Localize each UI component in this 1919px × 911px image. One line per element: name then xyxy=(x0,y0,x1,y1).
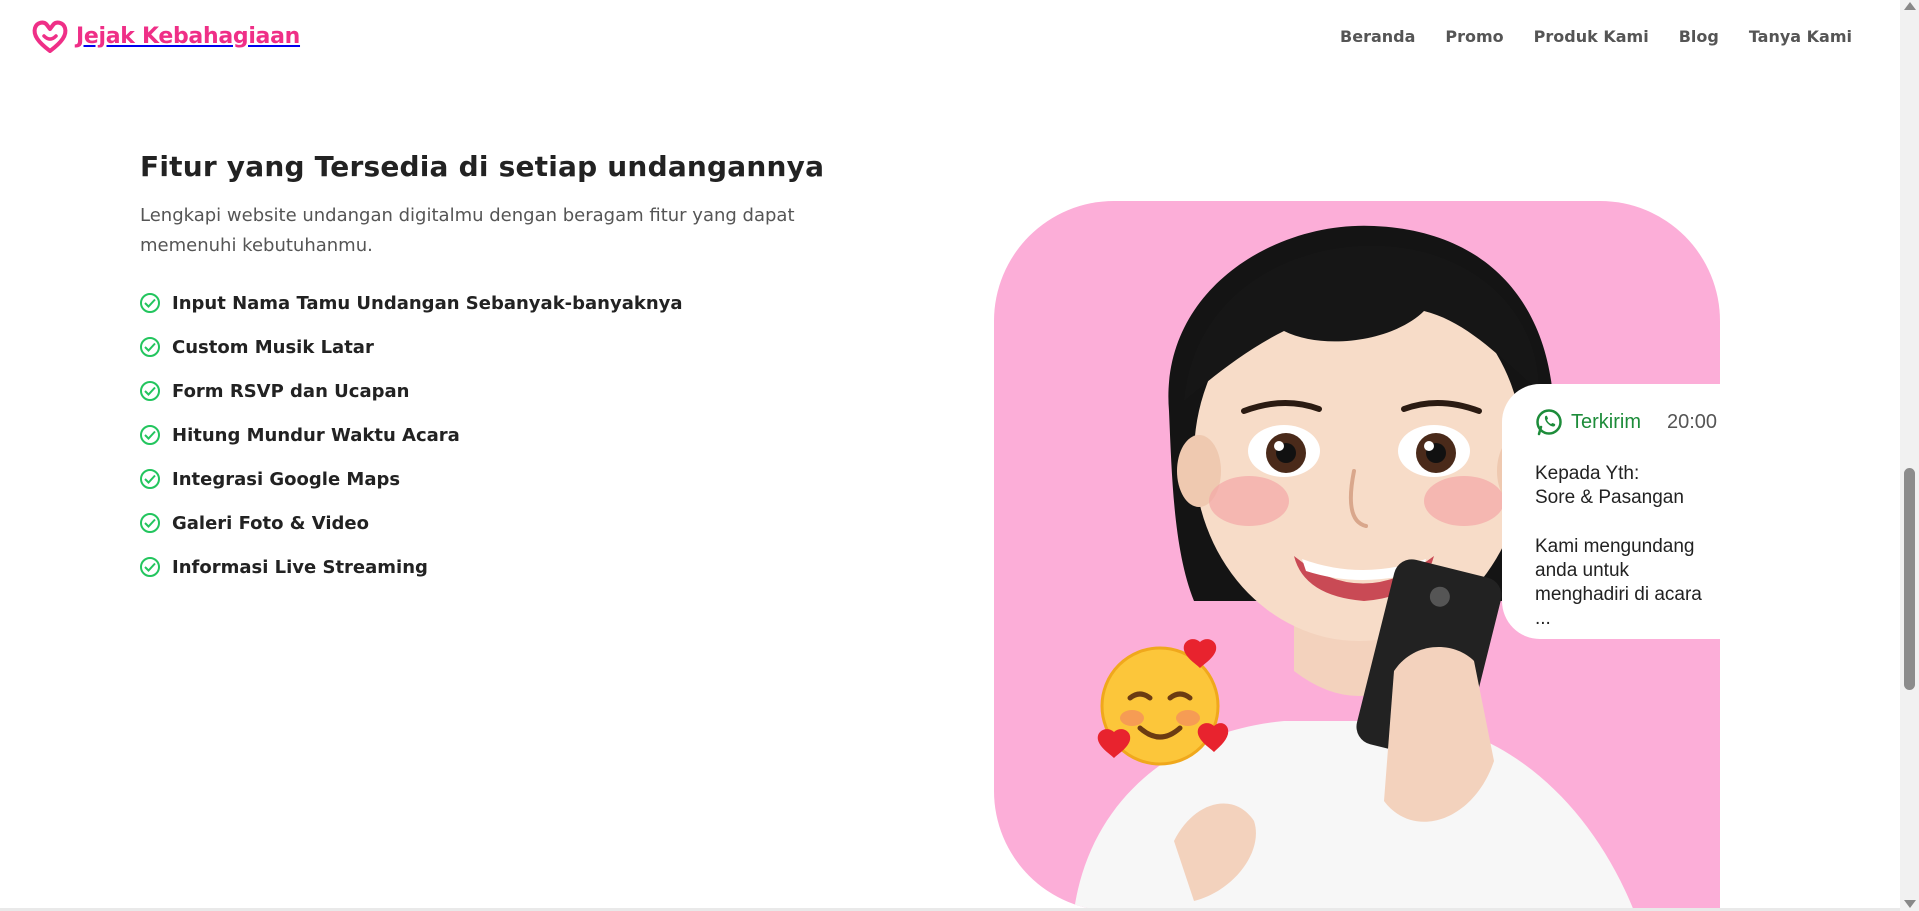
feature-item: Informasi Live Streaming xyxy=(140,545,880,589)
feature-list: Input Nama Tamu Undangan Sebanyak-banyak… xyxy=(140,281,880,589)
chat-line: Kami mengundang xyxy=(1535,536,1695,557)
check-circle-icon xyxy=(140,469,160,489)
section-subtitle: Lengkapi website undangan digitalmu deng… xyxy=(140,201,880,261)
feature-label: Input Nama Tamu Undangan Sebanyak-banyak… xyxy=(172,292,683,314)
check-circle-icon xyxy=(140,557,160,577)
chat-time: 20:00 xyxy=(1667,410,1718,433)
subtitle-line-1: Lengkapi website undangan digitalmu deng… xyxy=(140,205,795,226)
nav-item-tanya-kami[interactable]: Tanya Kami xyxy=(1749,27,1852,46)
chat-line: menghadiri di acara ... xyxy=(1535,584,1702,629)
feature-item: Galeri Foto & Video xyxy=(140,501,880,545)
check-circle-icon xyxy=(140,425,160,445)
whatsapp-message-card: Terkirim 20:00 Kepada Yth: Sore & Pasang… xyxy=(1502,384,1720,639)
brand-logo-link[interactable]: Jejak Kebahagiaan xyxy=(30,16,300,56)
scroll-up-arrow-icon[interactable] xyxy=(1904,2,1916,10)
feature-label: Integrasi Google Maps xyxy=(172,468,401,490)
main-nav: Beranda Promo Produk Kami Blog Tanya Kam… xyxy=(1340,27,1852,46)
feature-item: Integrasi Google Maps xyxy=(140,457,880,501)
check-circle-icon xyxy=(140,337,160,357)
feature-label: Informasi Live Streaming xyxy=(172,556,428,578)
feature-label: Galeri Foto & Video xyxy=(172,512,369,534)
chat-status: Terkirim xyxy=(1571,410,1641,433)
feature-label: Custom Musik Latar xyxy=(172,336,374,358)
check-circle-icon xyxy=(140,381,160,401)
site-header: Jejak Kebahagiaan Beranda Promo Produk K… xyxy=(0,0,1900,72)
smiling-face-with-hearts-emoji xyxy=(1097,639,1229,766)
chat-line: Sore & Pasangan xyxy=(1535,487,1684,508)
nav-item-blog[interactable]: Blog xyxy=(1679,27,1719,46)
features-section: Fitur yang Tersedia di setiap undanganny… xyxy=(140,150,880,589)
subtitle-line-2: memenuhi kebutuhanmu. xyxy=(140,235,373,256)
heart-logo-icon xyxy=(32,20,68,53)
feature-item: Form RSVP dan Ucapan xyxy=(140,369,880,413)
chat-line: anda untuk xyxy=(1535,560,1630,581)
feature-label: Form RSVP dan Ucapan xyxy=(172,380,410,402)
nav-item-produk-kami[interactable]: Produk Kami xyxy=(1534,27,1649,46)
scrollbar-thumb[interactable] xyxy=(1904,468,1915,690)
nav-item-promo[interactable]: Promo xyxy=(1445,27,1503,46)
feature-label: Hitung Mundur Waktu Acara xyxy=(172,424,460,446)
check-circle-icon xyxy=(140,513,160,533)
chat-header: Terkirim 20:00 xyxy=(1535,408,1720,436)
brand-name: Jejak Kebahagiaan xyxy=(76,23,301,49)
nav-item-beranda[interactable]: Beranda xyxy=(1340,27,1415,46)
section-title: Fitur yang Tersedia di setiap undanganny… xyxy=(140,150,825,183)
feature-item: Input Nama Tamu Undangan Sebanyak-banyak… xyxy=(140,281,880,325)
feature-item: Custom Musik Latar xyxy=(140,325,880,369)
feature-item: Hitung Mundur Waktu Acara xyxy=(140,413,880,457)
scroll-down-arrow-icon[interactable] xyxy=(1904,900,1916,908)
check-circle-icon xyxy=(140,293,160,313)
whatsapp-icon xyxy=(1536,409,1562,436)
page-scrollbar[interactable] xyxy=(1900,0,1919,911)
chat-line: Kepada Yth: xyxy=(1535,463,1640,484)
